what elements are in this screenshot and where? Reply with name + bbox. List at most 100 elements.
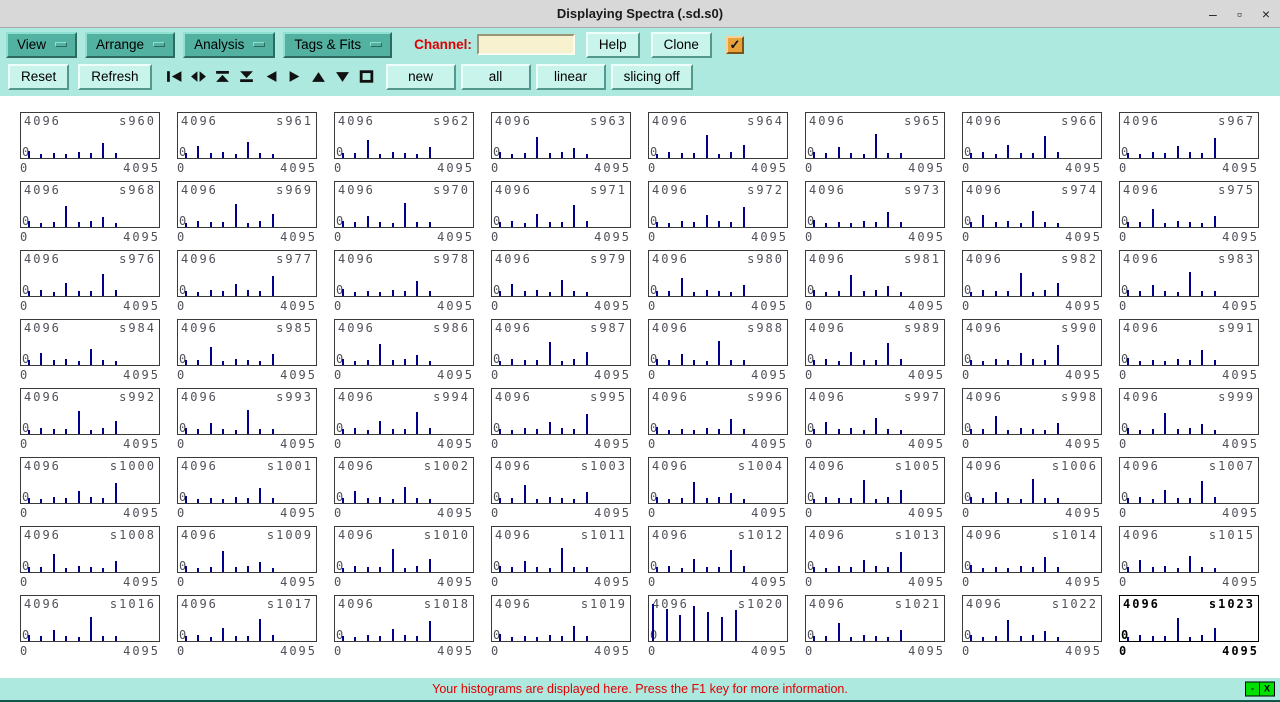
spectrum-plot[interactable]: 4096 s1018 0 (334, 595, 474, 642)
close-button[interactable]: × (1262, 0, 1270, 28)
arrange-menu[interactable]: Arrange (85, 31, 176, 58)
spectrum-plot[interactable]: 4096 s986 0 (334, 319, 474, 366)
view-menu[interactable]: View (6, 31, 78, 58)
spectrum-panel-s974[interactable]: 4096 s974 0 0 4095 (962, 181, 1119, 250)
spectrum-plot[interactable]: 4096 s1020 0 (648, 595, 788, 642)
spectrum-plot[interactable]: 4096 s977 0 (177, 250, 317, 297)
stop-square-icon[interactable] (355, 66, 379, 88)
spectrum-panel-s993[interactable]: 4096 s993 0 0 4095 (177, 388, 334, 457)
spectrum-panel-s960[interactable]: 4096 s960 0 0 4095 (20, 112, 177, 181)
spectrum-plot[interactable]: 4096 s967 0 (1119, 112, 1259, 159)
status-minimize-button[interactable]: - (1246, 682, 1260, 696)
spectrum-plot[interactable]: 4096 s998 0 (962, 388, 1102, 435)
spectrum-panel-s1015[interactable]: 4096 s1015 0 0 4095 (1119, 526, 1276, 595)
spectrum-plot[interactable]: 4096 s1005 0 (805, 457, 945, 504)
spectrum-panel-s996[interactable]: 4096 s996 0 0 4095 (648, 388, 805, 457)
spectrum-panel-s985[interactable]: 4096 s985 0 0 4095 (177, 319, 334, 388)
spectrum-plot[interactable]: 4096 s968 0 (20, 181, 160, 228)
spectrum-panel-s983[interactable]: 4096 s983 0 0 4095 (1119, 250, 1276, 319)
maximize-button[interactable]: ▫ (1237, 0, 1242, 28)
expand-horizontal-icon[interactable] (187, 66, 211, 88)
spectrum-panel-s1006[interactable]: 4096 s1006 0 0 4095 (962, 457, 1119, 526)
scroll-left-icon[interactable] (259, 66, 283, 88)
spectrum-plot[interactable]: 4096 s980 0 (648, 250, 788, 297)
spectrum-panel-s977[interactable]: 4096 s977 0 0 4095 (177, 250, 334, 319)
spectrum-panel-s1000[interactable]: 4096 s1000 0 0 4095 (20, 457, 177, 526)
spectrum-panel-s1005[interactable]: 4096 s1005 0 0 4095 (805, 457, 962, 526)
spectrum-panel-s1002[interactable]: 4096 s1002 0 0 4095 (334, 457, 491, 526)
spectrum-plot[interactable]: 4096 s965 0 (805, 112, 945, 159)
channel-input[interactable] (476, 34, 575, 55)
spectrum-plot[interactable]: 4096 s975 0 (1119, 181, 1259, 228)
spectrum-panel-s1019[interactable]: 4096 s1019 0 0 4095 (491, 595, 648, 664)
spectrum-plot[interactable]: 4096 s970 0 (334, 181, 474, 228)
spectrum-panel-s979[interactable]: 4096 s979 0 0 4095 (491, 250, 648, 319)
spectrum-plot[interactable]: 4096 s995 0 (491, 388, 631, 435)
spectrum-panel-s1012[interactable]: 4096 s1012 0 0 4095 (648, 526, 805, 595)
minimize-button[interactable]: – (1209, 0, 1217, 28)
spectrum-plot[interactable]: 4096 s985 0 (177, 319, 317, 366)
spectrum-plot[interactable]: 4096 s1021 0 (805, 595, 945, 642)
spectrum-plot[interactable]: 4096 s1004 0 (648, 457, 788, 504)
spectrum-plot[interactable]: 4096 s1001 0 (177, 457, 317, 504)
spectrum-plot[interactable]: 4096 s1012 0 (648, 526, 788, 573)
spectrum-plot[interactable]: 4096 s1003 0 (491, 457, 631, 504)
spectrum-plot[interactable]: 4096 s992 0 (20, 388, 160, 435)
spectrum-panel-s988[interactable]: 4096 s988 0 0 4095 (648, 319, 805, 388)
spectrum-panel-s991[interactable]: 4096 s991 0 0 4095 (1119, 319, 1276, 388)
spectrum-panel-s1009[interactable]: 4096 s1009 0 0 4095 (177, 526, 334, 595)
all-button[interactable]: all (460, 63, 531, 90)
spectrum-plot[interactable]: 4096 s989 0 (805, 319, 945, 366)
spectrum-plot[interactable]: 4096 s983 0 (1119, 250, 1259, 297)
spectrum-plot[interactable]: 4096 s974 0 (962, 181, 1102, 228)
slicing-off-button[interactable]: slicing off (610, 63, 693, 90)
spectrum-panel-s989[interactable]: 4096 s989 0 0 4095 (805, 319, 962, 388)
spectrum-plot[interactable]: 4096 s1013 0 (805, 526, 945, 573)
spectrum-panel-s987[interactable]: 4096 s987 0 0 4095 (491, 319, 648, 388)
spectrum-panel-s997[interactable]: 4096 s997 0 0 4095 (805, 388, 962, 457)
spectrum-panel-s971[interactable]: 4096 s971 0 0 4095 (491, 181, 648, 250)
spectrum-plot[interactable]: 4096 s960 0 (20, 112, 160, 159)
spectrum-panel-s970[interactable]: 4096 s970 0 0 4095 (334, 181, 491, 250)
new-button[interactable]: new (385, 63, 456, 90)
help-button[interactable]: Help (585, 31, 640, 58)
spectrum-panel-s973[interactable]: 4096 s973 0 0 4095 (805, 181, 962, 250)
spectrum-plot[interactable]: 4096 s1015 0 (1119, 526, 1259, 573)
spectrum-panel-s999[interactable]: 4096 s999 0 0 4095 (1119, 388, 1276, 457)
spectrum-panel-s981[interactable]: 4096 s981 0 0 4095 (805, 250, 962, 319)
spectrum-plot[interactable]: 4096 s1002 0 (334, 457, 474, 504)
spectrum-panel-s1018[interactable]: 4096 s1018 0 0 4095 (334, 595, 491, 664)
spectrum-plot[interactable]: 4096 s971 0 (491, 181, 631, 228)
spectrum-panel-s1022[interactable]: 4096 s1022 0 0 4095 (962, 595, 1119, 664)
spectrum-panel-s995[interactable]: 4096 s995 0 0 4095 (491, 388, 648, 457)
spectrum-plot[interactable]: 4096 s978 0 (334, 250, 474, 297)
spectrum-panel-s1003[interactable]: 4096 s1003 0 0 4095 (491, 457, 648, 526)
spectrum-plot[interactable]: 4096 s1011 0 (491, 526, 631, 573)
scroll-up-icon[interactable] (307, 66, 331, 88)
spectrum-panel-s1010[interactable]: 4096 s1010 0 0 4095 (334, 526, 491, 595)
spectrum-panel-s978[interactable]: 4096 s978 0 0 4095 (334, 250, 491, 319)
spectrum-panel-s1017[interactable]: 4096 s1017 0 0 4095 (177, 595, 334, 664)
clone-button[interactable]: Clone (650, 31, 712, 58)
spectrum-plot[interactable]: 4096 s1014 0 (962, 526, 1102, 573)
scroll-to-top-icon[interactable] (211, 66, 235, 88)
skip-to-first-icon[interactable] (163, 66, 187, 88)
spectrum-panel-s1021[interactable]: 4096 s1021 0 0 4095 (805, 595, 962, 664)
spectrum-plot[interactable]: 4096 s979 0 (491, 250, 631, 297)
spectrum-plot[interactable]: 4096 s1000 0 (20, 457, 160, 504)
spectrum-panel-s975[interactable]: 4096 s975 0 0 4095 (1119, 181, 1276, 250)
spectrum-plot[interactable]: 4096 s963 0 (491, 112, 631, 159)
spectrum-plot[interactable]: 4096 s966 0 (962, 112, 1102, 159)
reset-button[interactable]: Reset (8, 63, 70, 90)
spectrum-panel-s966[interactable]: 4096 s966 0 0 4095 (962, 112, 1119, 181)
spectrum-plot[interactable]: 4096 s988 0 (648, 319, 788, 366)
refresh-button[interactable]: Refresh (78, 63, 152, 90)
linear-button[interactable]: linear (535, 63, 606, 90)
spectrum-plot[interactable]: 4096 s982 0 (962, 250, 1102, 297)
spectrum-panel-s1014[interactable]: 4096 s1014 0 0 4095 (962, 526, 1119, 595)
spectrum-plot[interactable]: 4096 s1007 0 (1119, 457, 1259, 504)
spectrum-plot[interactable]: 4096 s987 0 (491, 319, 631, 366)
spectrum-panel-s1004[interactable]: 4096 s1004 0 0 4095 (648, 457, 805, 526)
spectrum-panel-s992[interactable]: 4096 s992 0 0 4095 (20, 388, 177, 457)
spectrum-panel-s984[interactable]: 4096 s984 0 0 4095 (20, 319, 177, 388)
